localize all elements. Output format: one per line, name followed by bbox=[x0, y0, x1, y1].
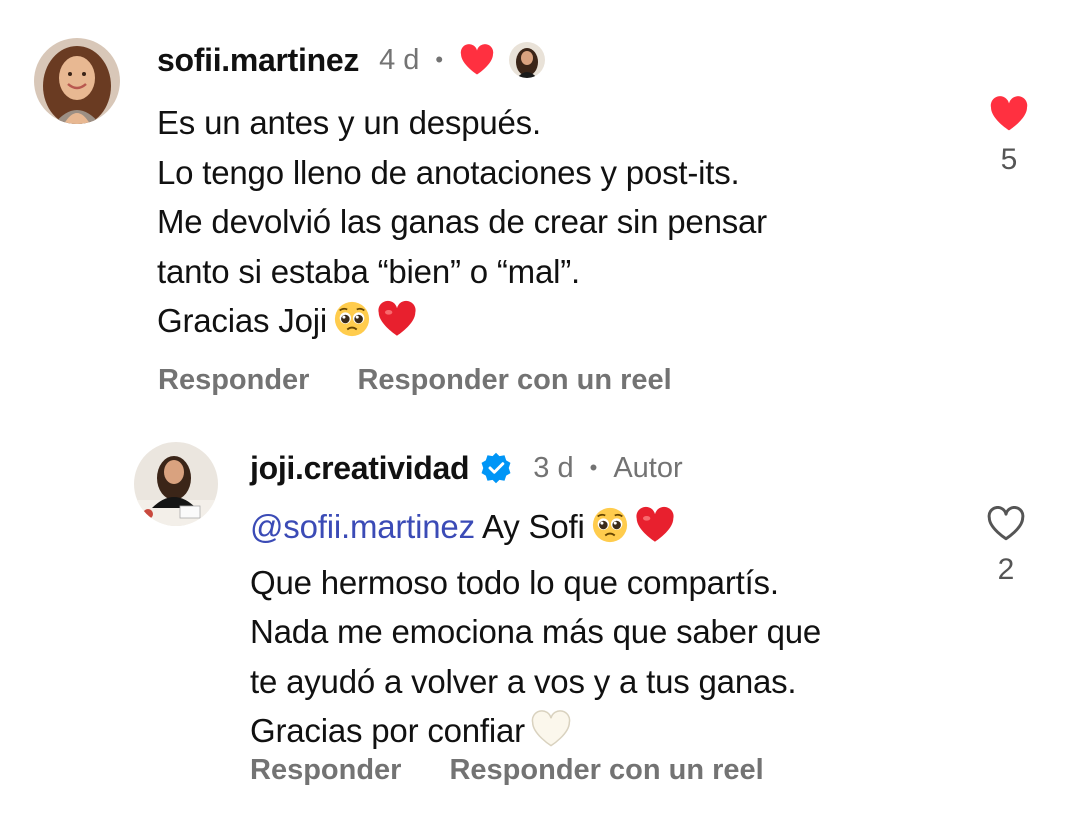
author-label: Autor bbox=[613, 451, 683, 484]
username[interactable]: sofii.martinez bbox=[157, 42, 359, 79]
comment-line-text: Gracias Joji bbox=[157, 302, 327, 339]
reply-first-line-text: Ay Sofi bbox=[482, 508, 585, 545]
comment-line: Es un antes y un después. bbox=[157, 104, 541, 141]
like-count: 2 bbox=[997, 553, 1015, 586]
like-count: 5 bbox=[1000, 143, 1018, 176]
pleading-face-emoji bbox=[591, 506, 629, 558]
reply-actions: Responder Responder con un reel bbox=[250, 754, 812, 787]
reply-header: joji.creatividad 3 d • Autor bbox=[250, 446, 683, 490]
reply-with-reel-button[interactable]: Responder con un reel bbox=[449, 754, 763, 787]
separator-dot: • bbox=[589, 455, 598, 480]
reply-line: Que hermoso todo lo que compartís. bbox=[250, 563, 779, 601]
username[interactable]: joji.creatividad bbox=[250, 450, 470, 487]
reply-button[interactable]: Responder bbox=[250, 754, 401, 787]
timestamp: 4 d bbox=[379, 43, 420, 76]
pleading-face-emoji bbox=[333, 300, 371, 352]
reply-line: te ayudó a volver a vos y a tus ganas. bbox=[250, 662, 797, 700]
comment-line-last: Gracias Joji bbox=[157, 296, 767, 352]
mention-link[interactable]: @sofii.martinez bbox=[250, 508, 475, 545]
creator-liked-heart-icon bbox=[459, 44, 495, 76]
comment-body: Es un antes y un después. Lo tengo lleno… bbox=[157, 98, 767, 352]
avatar-sofii[interactable] bbox=[34, 38, 120, 124]
reply-line-text: Gracias por confiar bbox=[250, 712, 525, 749]
avatar-joji[interactable] bbox=[134, 442, 218, 526]
like-column: 5 bbox=[979, 96, 1039, 177]
like-heart-outline-icon[interactable] bbox=[986, 505, 1026, 547]
reply-line: Nada me emociona más que saber que bbox=[250, 613, 822, 650]
comment-line: Lo tengo lleno de anotaciones y post-its… bbox=[157, 153, 740, 191]
reply-button[interactable]: Responder bbox=[158, 364, 309, 397]
like-heart-icon[interactable] bbox=[989, 96, 1029, 137]
verified-badge-icon bbox=[479, 451, 513, 485]
red-heart-emoji bbox=[377, 300, 417, 352]
comment-header: sofii.martinez 4 d • bbox=[157, 38, 546, 82]
comment-line: Me devolvió las ganas de crear sin pensa… bbox=[157, 203, 767, 240]
comment-line: tanto si estaba “bien” o “mal”. bbox=[157, 252, 580, 290]
reply-body: @sofii.martinez Ay Sofi Que hermoso todo… bbox=[250, 502, 821, 762]
like-column: 2 bbox=[976, 505, 1036, 587]
comment-sofii: sofii.martinez 4 d • Es un antes y un de… bbox=[0, 0, 1080, 410]
timestamp: 3 d bbox=[533, 451, 574, 484]
reply-with-reel-button[interactable]: Responder con un reel bbox=[357, 364, 671, 397]
comment-reply-joji: joji.creatividad 3 d • Autor @sofii.mart… bbox=[0, 420, 1080, 813]
red-heart-emoji bbox=[635, 506, 675, 558]
separator-dot: • bbox=[435, 47, 444, 72]
reply-first-line: @sofii.martinez Ay Sofi bbox=[250, 502, 821, 558]
comment-actions: Responder Responder con un reel bbox=[158, 364, 720, 397]
creator-mini-avatar bbox=[509, 42, 546, 78]
